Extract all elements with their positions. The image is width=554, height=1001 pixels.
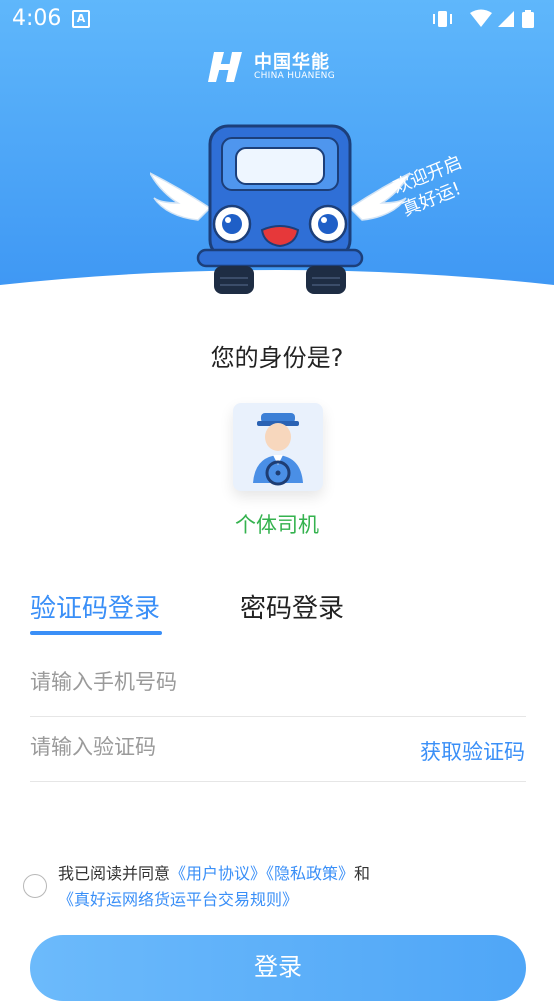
phone-input[interactable]: [30, 662, 526, 702]
brand-name-en: CHINA HUANENG: [254, 71, 335, 81]
agreement-text: 我已阅读并同意《用户协议》《隐私政策》和 《真好运网络货运平台交易规则》: [58, 861, 528, 913]
right-eye: [308, 204, 348, 244]
left-eye: [212, 204, 252, 244]
battery-icon: [522, 10, 534, 28]
agreement-prefix: 我已阅读并同意: [58, 864, 171, 883]
truck-mascot-illustration: [150, 124, 410, 294]
get-code-button[interactable]: 获取验证码: [420, 736, 525, 766]
privacy-policy-link[interactable]: 《隐私政策》: [266, 864, 354, 883]
trade-rules-link[interactable]: 《真好运网络货运平台交易规则》: [58, 890, 298, 909]
role-card-individual-driver[interactable]: [233, 403, 323, 491]
left-wing: [150, 172, 212, 221]
agreement-checkbox[interactable]: [23, 874, 47, 898]
agreement-and: 和: [354, 864, 371, 883]
code-divider: [30, 781, 526, 782]
status-icons: [432, 8, 542, 34]
signal-icon: [498, 11, 514, 27]
tab-active-indicator: [30, 631, 162, 635]
notification-app-icon: A: [72, 10, 90, 28]
verification-code-input[interactable]: [30, 727, 400, 767]
huaneng-logo-icon: [208, 52, 242, 82]
tab-sms-login[interactable]: 验证码登录: [30, 588, 160, 625]
tab-password-login[interactable]: 密码登录: [240, 588, 344, 625]
wifi-icon: [470, 9, 492, 27]
brand-logo: 中国华能 CHINA HUANENG: [208, 50, 335, 84]
driver-avatar-icon: [253, 413, 303, 486]
user-agreement-link[interactable]: 《用户协议》: [170, 864, 266, 883]
login-button[interactable]: 登录: [30, 935, 526, 1001]
vibrate-icon: [433, 11, 452, 27]
phone-divider: [30, 716, 526, 717]
identity-title: 您的身份是?: [210, 344, 344, 372]
status-time: 4:06: [12, 6, 62, 31]
role-label-individual-driver[interactable]: 个体司机: [0, 509, 554, 539]
status-bar: 4:06 A: [0, 0, 554, 38]
